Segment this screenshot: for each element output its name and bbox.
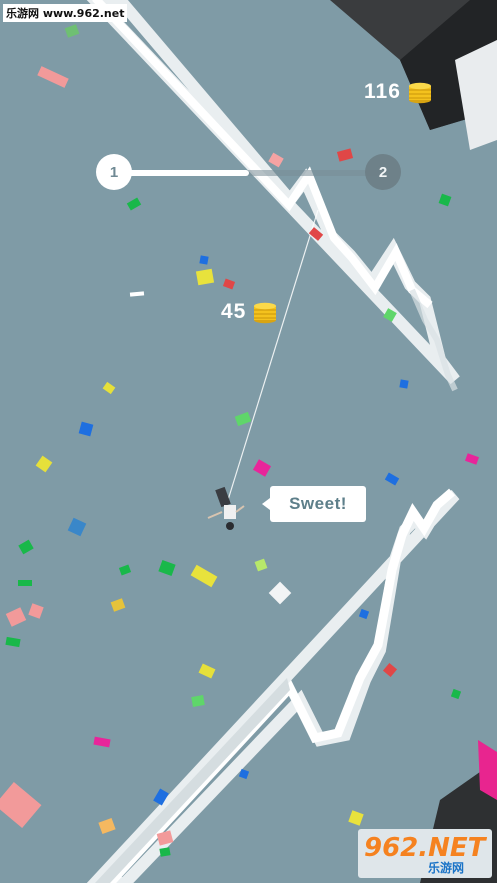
level-progress-bar: 1 2	[96, 154, 401, 192]
watermark-brand: 962.NET	[364, 833, 486, 863]
coin-stack-icon	[408, 82, 431, 104]
current-level-badge: 1	[96, 154, 132, 190]
level-progress-fill	[114, 170, 249, 176]
coin-counter: 116	[364, 80, 433, 104]
next-level-badge: 2	[365, 154, 401, 190]
track-lower	[86, 488, 460, 883]
coin-stack-icon	[254, 302, 277, 324]
coin-count: 116	[364, 80, 401, 103]
coin-reward-popup: 45	[221, 300, 278, 324]
watermark-top: 乐游网 www.962.net	[3, 4, 128, 22]
game-stage[interactable]: 乐游网 www.962.net 116 1 2 45 Sweet! 962.NE…	[0, 0, 497, 883]
coin-reward-count: 45	[221, 300, 247, 323]
watermark-bottom: 962.NET 乐游网	[358, 829, 492, 878]
swing-rope	[227, 209, 319, 501]
player-character	[207, 486, 245, 530]
game-scene	[0, 0, 497, 883]
watermark-sub: 乐游网	[428, 861, 465, 875]
speech-bubble: Sweet!	[262, 486, 366, 522]
